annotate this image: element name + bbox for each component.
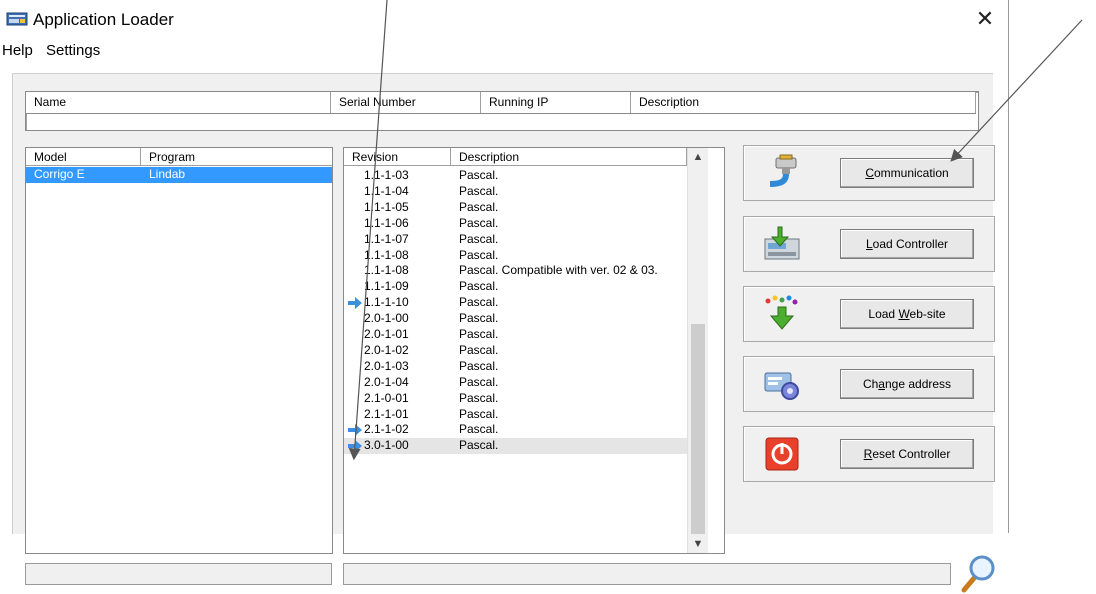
status-field-right: [343, 563, 951, 585]
callout-arrow-communication: [950, 19, 1083, 162]
annotation-layer: [348, 0, 1083, 461]
scroll-down-arrow-icon[interactable]: ▼: [688, 535, 708, 553]
magnifier-icon[interactable]: [958, 552, 996, 594]
status-field-left: [25, 563, 332, 585]
callout-arrow-revision: [348, 0, 388, 461]
